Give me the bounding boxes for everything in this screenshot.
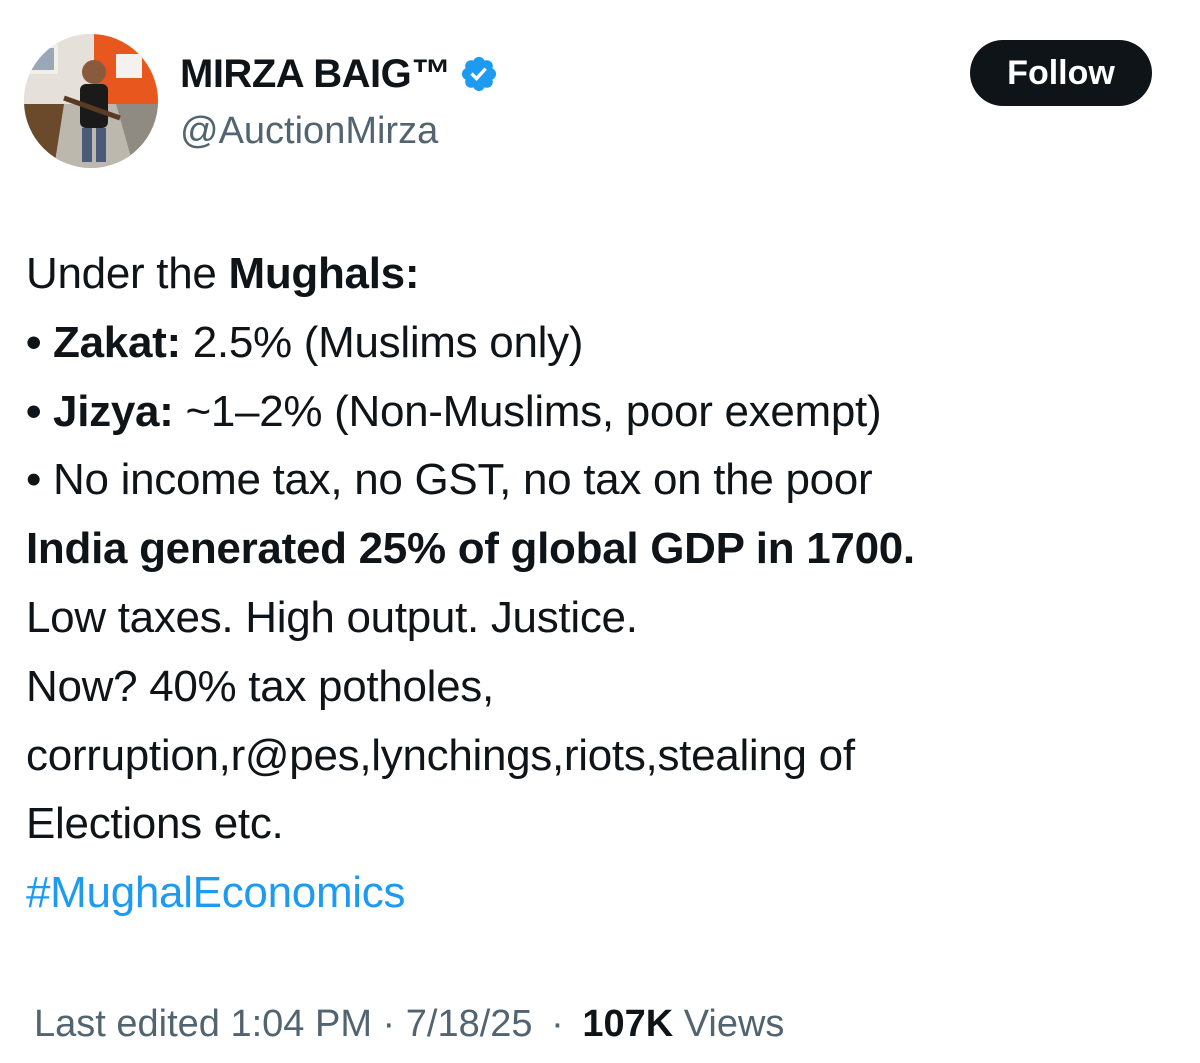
tweet-header: MIRZA BAIG™ @AuctionMirza Follow xyxy=(0,0,1200,200)
tweet-line-jizya: • Jizya: ~1–2% (Non-Muslims, poor exempt… xyxy=(26,378,1176,447)
verified-badge-icon[interactable] xyxy=(459,54,499,94)
edited-timestamp[interactable]: Last edited 1:04 PM · 7/18/25 xyxy=(34,1003,533,1045)
tweet-line-low-taxes: Low taxes. High output. Justice. xyxy=(26,592,638,642)
user-handle[interactable]: @AuctionMirza xyxy=(180,108,438,154)
meta-separator: · xyxy=(551,1003,564,1045)
tweet-line-now: Now? 40% tax potholes, xyxy=(26,661,494,711)
profile-photo-icon xyxy=(24,34,158,168)
zakat-text: 2.5% (Muslims only) xyxy=(180,317,584,367)
avatar[interactable] xyxy=(24,34,158,168)
hashtag-link[interactable]: #MughalEconomics xyxy=(26,868,405,917)
zakat-label: • Zakat: xyxy=(26,317,181,367)
views-count: 107K xyxy=(582,1003,674,1045)
tweet-meta: Last edited 1:04 PM · 7/18/25 · 107K Vie… xyxy=(34,998,784,1050)
tweet-line-gdp: India generated 25% of global GDP in 170… xyxy=(26,524,915,574)
tweet-line-elections: Elections etc. xyxy=(26,799,284,849)
jizya-label: • Jizya: xyxy=(26,386,174,436)
jizya-text: ~1–2% (Non-Muslims, poor exempt) xyxy=(173,386,882,436)
tweet-text: Under the Mughals: • Zakat: 2.5% (Muslim… xyxy=(26,240,1176,928)
views-label: Views xyxy=(683,1003,785,1045)
tweet-line-corruption: corruption,r@pes,lynchings,riots,stealin… xyxy=(26,730,855,780)
display-name-text: MIRZA BAIG™ xyxy=(180,52,451,96)
tweet-line-zakat: • Zakat: 2.5% (Muslims only) xyxy=(26,309,1176,378)
display-name[interactable]: MIRZA BAIG™ xyxy=(180,50,499,98)
tweet-line-intro: Under the Mughals: xyxy=(26,240,1176,309)
tweet-line-no-tax: • No income tax, no GST, no tax on the p… xyxy=(26,455,873,505)
follow-button[interactable]: Follow xyxy=(970,40,1152,106)
intro-text: Under the xyxy=(26,249,229,298)
intro-bold-text: Mughals: xyxy=(228,249,420,298)
tweet-line-hashtag: #MughalEconomics xyxy=(26,859,1176,928)
